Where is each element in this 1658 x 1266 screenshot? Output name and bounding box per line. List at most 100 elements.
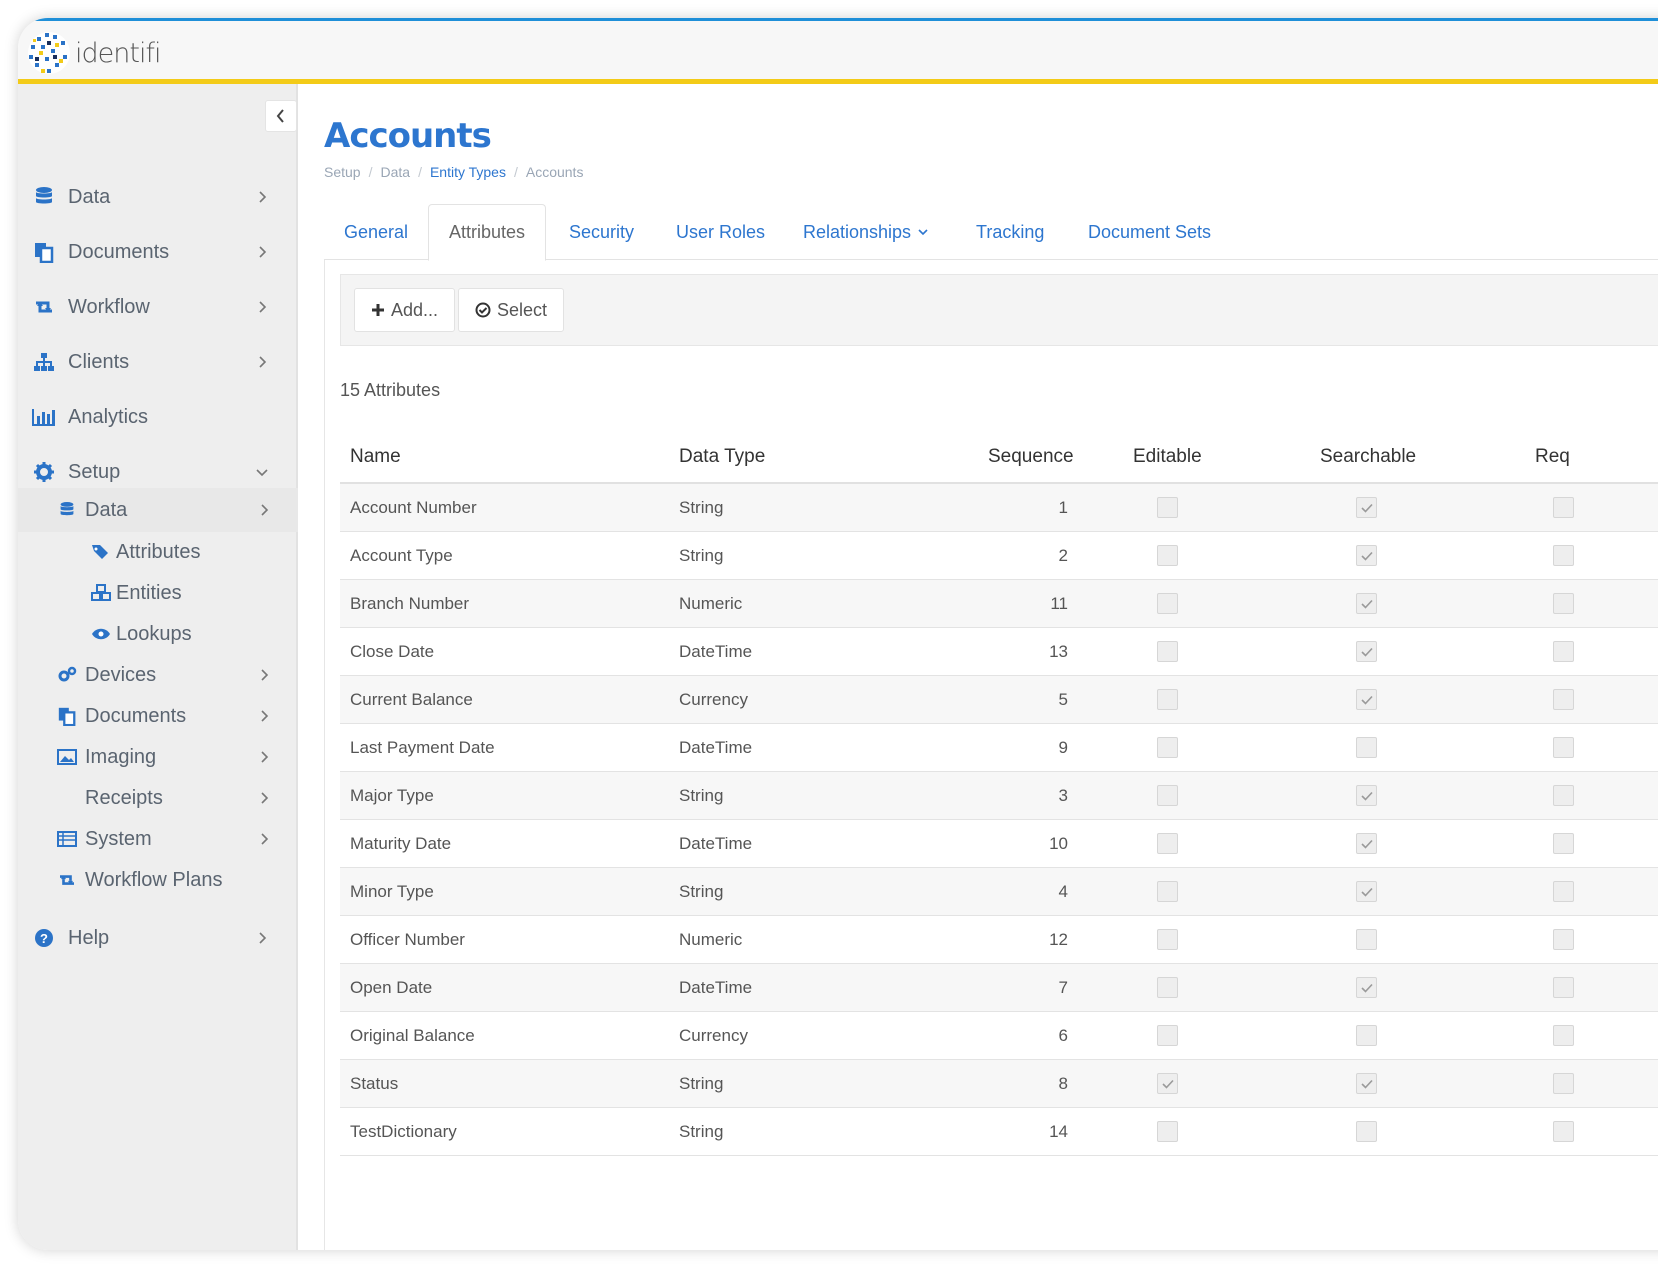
table-row[interactable]: Account Type String 2: [340, 532, 1658, 580]
cell-name[interactable]: Original Balance: [350, 1026, 475, 1046]
cell-name[interactable]: Minor Type: [350, 882, 434, 902]
sidebar-subitem-documents[interactable]: Documents: [18, 696, 298, 736]
sidebar-item-clients[interactable]: Clients: [18, 342, 298, 382]
tab-general[interactable]: General: [324, 204, 428, 260]
table-row[interactable]: Close Date DateTime 13: [340, 628, 1658, 676]
editable-checkbox[interactable]: [1157, 545, 1178, 566]
column-header-data-type[interactable]: Data Type: [679, 446, 765, 468]
required-checkbox[interactable]: [1553, 545, 1574, 566]
searchable-checkbox[interactable]: [1356, 977, 1377, 998]
breadcrumb-item[interactable]: Setup: [324, 164, 361, 180]
searchable-checkbox[interactable]: [1356, 881, 1377, 902]
table-row[interactable]: Last Payment Date DateTime 9: [340, 724, 1658, 772]
editable-checkbox[interactable]: [1157, 881, 1178, 902]
table-row[interactable]: Branch Number Numeric 11: [340, 580, 1658, 628]
table-row[interactable]: Minor Type String 4: [340, 868, 1658, 916]
searchable-checkbox[interactable]: [1356, 593, 1377, 614]
column-header-required[interactable]: Req: [1535, 446, 1570, 468]
tab-document-sets[interactable]: Document Sets: [1068, 204, 1231, 260]
breadcrumb-item[interactable]: Entity Types: [430, 164, 506, 180]
sidebar-item-analytics[interactable]: Analytics: [18, 397, 298, 437]
tab-tracking[interactable]: Tracking: [956, 204, 1064, 260]
editable-checkbox[interactable]: [1157, 641, 1178, 662]
sidebar-item-help[interactable]: ? Help: [18, 918, 298, 958]
sidebar-item-data[interactable]: Data: [18, 177, 298, 217]
table-row[interactable]: Current Balance Currency 5: [340, 676, 1658, 724]
editable-checkbox[interactable]: [1157, 977, 1178, 998]
sidebar-subitem-devices[interactable]: Devices: [18, 655, 298, 695]
required-checkbox[interactable]: [1553, 977, 1574, 998]
cell-name[interactable]: TestDictionary: [350, 1122, 457, 1142]
editable-checkbox[interactable]: [1157, 929, 1178, 950]
collapse-sidebar-button[interactable]: [265, 100, 297, 132]
table-row[interactable]: Major Type String 3: [340, 772, 1658, 820]
searchable-checkbox[interactable]: [1356, 1121, 1377, 1142]
logo[interactable]: identifi: [26, 29, 161, 77]
cell-name[interactable]: Current Balance: [350, 690, 473, 710]
tab-relationships[interactable]: Relationships: [783, 204, 949, 260]
editable-checkbox[interactable]: [1157, 785, 1178, 806]
cell-name[interactable]: Maturity Date: [350, 834, 451, 854]
required-checkbox[interactable]: [1553, 785, 1574, 806]
searchable-checkbox[interactable]: [1356, 1025, 1377, 1046]
sidebar-item-setup[interactable]: Setup: [18, 452, 298, 492]
editable-checkbox[interactable]: [1157, 593, 1178, 614]
tab-user-roles[interactable]: User Roles: [656, 204, 785, 260]
required-checkbox[interactable]: [1553, 929, 1574, 950]
sidebar-subitem-receipts[interactable]: Receipts: [18, 778, 298, 818]
required-checkbox[interactable]: [1553, 497, 1574, 518]
editable-checkbox[interactable]: [1157, 1121, 1178, 1142]
searchable-checkbox[interactable]: [1356, 785, 1377, 806]
tab-attributes[interactable]: Attributes: [428, 204, 547, 261]
add-button[interactable]: Add...: [354, 288, 456, 332]
cell-name[interactable]: Account Type: [350, 546, 453, 566]
required-checkbox[interactable]: [1553, 689, 1574, 710]
column-header-name[interactable]: Name: [350, 446, 401, 468]
sidebar-subitem-system[interactable]: System: [18, 819, 298, 859]
sidebar-subitem-lookups[interactable]: Lookups: [18, 614, 298, 654]
required-checkbox[interactable]: [1553, 593, 1574, 614]
table-row[interactable]: Officer Number Numeric 12: [340, 916, 1658, 964]
searchable-checkbox[interactable]: [1356, 929, 1377, 950]
cell-name[interactable]: Last Payment Date: [350, 738, 495, 758]
breadcrumb-item[interactable]: Data: [380, 164, 410, 180]
cell-name[interactable]: Close Date: [350, 642, 434, 662]
sidebar-item-workflow[interactable]: Workflow: [18, 287, 298, 327]
column-header-sequence[interactable]: Sequence: [988, 446, 1074, 468]
required-checkbox[interactable]: [1553, 1073, 1574, 1094]
searchable-checkbox[interactable]: [1356, 689, 1377, 710]
editable-checkbox[interactable]: [1157, 689, 1178, 710]
cell-name[interactable]: Major Type: [350, 786, 434, 806]
editable-checkbox[interactable]: [1157, 1073, 1178, 1094]
cell-name[interactable]: Branch Number: [350, 594, 469, 614]
sidebar-subitem-workflow-plans[interactable]: Workflow Plans: [18, 860, 298, 900]
sidebar-subitem-attributes[interactable]: Attributes: [18, 532, 298, 572]
table-row[interactable]: Maturity Date DateTime 10: [340, 820, 1658, 868]
select-button[interactable]: Select: [458, 288, 565, 332]
editable-checkbox[interactable]: [1157, 833, 1178, 854]
searchable-checkbox[interactable]: [1356, 833, 1377, 854]
table-row[interactable]: TestDictionary String 14: [340, 1108, 1658, 1156]
column-header-editable[interactable]: Editable: [1133, 446, 1202, 468]
table-row[interactable]: Original Balance Currency 6: [340, 1012, 1658, 1060]
required-checkbox[interactable]: [1553, 833, 1574, 854]
editable-checkbox[interactable]: [1157, 497, 1178, 518]
editable-checkbox[interactable]: [1157, 1025, 1178, 1046]
cell-name[interactable]: Open Date: [350, 978, 432, 998]
sidebar-subitem-data[interactable]: Data: [18, 488, 298, 532]
searchable-checkbox[interactable]: [1356, 1073, 1377, 1094]
searchable-checkbox[interactable]: [1356, 545, 1377, 566]
sidebar-subitem-entities[interactable]: Entities: [18, 573, 298, 613]
sidebar-subitem-imaging[interactable]: Imaging: [18, 737, 298, 777]
required-checkbox[interactable]: [1553, 1025, 1574, 1046]
required-checkbox[interactable]: [1553, 881, 1574, 902]
sidebar-item-documents[interactable]: Documents: [18, 232, 298, 272]
cell-name[interactable]: Officer Number: [350, 930, 465, 950]
cell-name[interactable]: Status: [350, 1074, 398, 1094]
cell-name[interactable]: Account Number: [350, 498, 477, 518]
searchable-checkbox[interactable]: [1356, 641, 1377, 662]
tab-security[interactable]: Security: [549, 204, 654, 260]
table-row[interactable]: Open Date DateTime 7: [340, 964, 1658, 1012]
required-checkbox[interactable]: [1553, 641, 1574, 662]
required-checkbox[interactable]: [1553, 1121, 1574, 1142]
